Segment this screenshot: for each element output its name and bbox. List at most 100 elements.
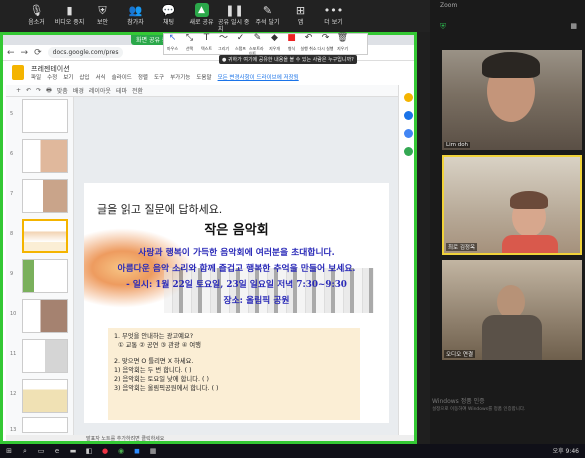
slide-thumbnails-panel: 5 6 7 8 9 10 11 12 13 bbox=[6, 97, 74, 435]
menu-insert[interactable]: 삽입 bbox=[79, 73, 89, 81]
annotate-icon: ✎ bbox=[262, 3, 273, 17]
folder-icon[interactable]: ▬ bbox=[68, 446, 78, 456]
zoom-gallery-panel: Zoom ⛨ ▦ Lim doh 최로 김정옥 오디오 연결 Windows 정… bbox=[430, 0, 585, 444]
chat-icon: 💬 bbox=[161, 3, 176, 17]
speaker-notes[interactable]: 발표자 노트를 추가하려면 클릭하세요 bbox=[6, 435, 414, 441]
slide-thumbnail-selected[interactable] bbox=[22, 219, 68, 253]
question-2-c: 3) 음악회는 올림픽공원에서 합니다. ( ) bbox=[114, 385, 219, 392]
shield-icon: ⛨ bbox=[98, 3, 107, 17]
annot-spotlight-button[interactable]: ✎ 스포트라이트 bbox=[249, 33, 266, 57]
menu-edit[interactable]: 수정 bbox=[47, 73, 57, 81]
tasks-icon[interactable] bbox=[404, 111, 413, 120]
chat-button[interactable]: 💬 채팅 bbox=[152, 3, 185, 27]
slide-line-2: 아름다운 음악 소리와 함께 즐겁고 행복한 추억을 만들어 보세요. bbox=[117, 264, 356, 274]
slides-header: 프레젠테이션 파일 수정 보기 삽입 서식 슬라이드 정렬 도구 부가기능 도움… bbox=[6, 63, 414, 85]
shield-icon: ⛨ bbox=[440, 22, 446, 31]
zoom-icon[interactable]: ◼ bbox=[132, 446, 142, 456]
slides-logo-icon[interactable] bbox=[12, 65, 24, 80]
menu-arrange[interactable]: 정렬 bbox=[138, 73, 148, 81]
slide-thumbnail[interactable] bbox=[22, 339, 68, 373]
chrome-icon[interactable]: ◉ bbox=[116, 446, 126, 456]
annot-draw-button[interactable]: 〜 그리기 bbox=[215, 34, 232, 52]
menu-file[interactable]: 파일 bbox=[31, 73, 41, 81]
more-button[interactable]: ••• 더 보기 bbox=[317, 3, 350, 27]
new-slide-button[interactable]: + bbox=[16, 87, 21, 94]
share-info-tip[interactable]: ● 귀하가 여기에 공유한 내용을 볼 수 있는 사람은 누구입니까? bbox=[219, 55, 357, 64]
slide-thumbnail[interactable] bbox=[22, 139, 68, 173]
menu-view[interactable]: 보기 bbox=[63, 73, 73, 81]
participant-body bbox=[482, 315, 542, 360]
redo-icon[interactable]: ↷ bbox=[36, 87, 41, 94]
spotlight-icon: ✎ bbox=[253, 33, 262, 43]
side-panel-strip bbox=[398, 85, 414, 435]
slides-toolbar: + ↶ ↷ 🖶 맞춤 배경 레이아웃 테마 전환 bbox=[6, 85, 398, 97]
annot-redo-button[interactable]: ↷ 다시 실행 bbox=[317, 34, 334, 52]
annot-clear-button[interactable]: 🗑 지우기 bbox=[334, 34, 351, 52]
annotate-button[interactable]: ✎ 주석 달기 bbox=[251, 3, 284, 27]
menu-help[interactable]: 도움말 bbox=[196, 73, 211, 81]
participant-shirt bbox=[502, 235, 558, 253]
annot-undo-button[interactable]: ↶ 실행 취소 bbox=[300, 33, 317, 52]
search-icon[interactable]: ⌕ bbox=[20, 446, 30, 456]
apps-button[interactable]: ⊞ 앱 bbox=[284, 3, 317, 27]
annot-stamp-button[interactable]: ✓ 스탬프 bbox=[232, 34, 249, 52]
slide-thumbnail[interactable] bbox=[22, 379, 68, 413]
new-share-icon: ▲ bbox=[194, 3, 209, 17]
participant-video[interactable]: 오디오 연결 bbox=[442, 260, 582, 360]
slide-thumbnail[interactable] bbox=[22, 417, 68, 433]
participants-icon: 👥 bbox=[128, 3, 143, 17]
app-icon[interactable]: ● bbox=[100, 446, 110, 456]
taskbar-clock[interactable]: 오후 9:46 bbox=[553, 446, 579, 455]
menu-addons[interactable]: 부가기능 bbox=[170, 73, 190, 81]
reload-icon[interactable]: ⟳ bbox=[34, 48, 42, 58]
mute-button[interactable]: 🎙 음소거 bbox=[20, 3, 53, 27]
edge-icon[interactable]: e bbox=[52, 446, 62, 456]
video-icon: ▮ bbox=[66, 3, 73, 17]
store-icon[interactable]: ◧ bbox=[84, 446, 94, 456]
annot-mouse-button[interactable]: ↖ 마우스 bbox=[164, 34, 181, 52]
zoom-fit-button[interactable]: 맞춤 bbox=[57, 86, 68, 95]
new-share-button[interactable]: ▲ 새로 공유 bbox=[185, 3, 218, 26]
participant-video[interactable]: Lim doh bbox=[442, 50, 582, 150]
undo-icon: ↶ bbox=[304, 33, 313, 43]
back-icon[interactable]: ← bbox=[7, 48, 15, 58]
menu-tools[interactable]: 도구 bbox=[154, 73, 164, 81]
menu-slide[interactable]: 슬라이드 bbox=[112, 73, 132, 81]
forward-icon[interactable]: → bbox=[21, 48, 29, 58]
keep-icon[interactable] bbox=[404, 93, 413, 102]
annot-select-button[interactable]: ⤡ 선택 bbox=[181, 34, 198, 52]
windows-start-icon[interactable]: ⊞ bbox=[4, 446, 14, 456]
windows-taskbar: ⊞ ⌕ ▭ e ▬ ◧ ● ◉ ◼ ▦ 오후 9:46 bbox=[0, 444, 585, 458]
menu-format[interactable]: 서식 bbox=[96, 73, 106, 81]
background-button[interactable]: 배경 bbox=[73, 86, 84, 95]
view-icon[interactable]: ▦ bbox=[570, 22, 577, 30]
security-button[interactable]: ⛨ 보안 bbox=[86, 3, 119, 27]
participants-button[interactable]: 👥 참가자 bbox=[119, 3, 152, 27]
undo-icon[interactable]: ↶ bbox=[26, 87, 31, 94]
transition-button[interactable]: 전환 bbox=[132, 86, 143, 95]
calendar-icon[interactable] bbox=[404, 129, 413, 138]
annot-eraser-button[interactable]: ◆ 지우개 bbox=[266, 34, 283, 52]
slide-thumbnail[interactable] bbox=[22, 179, 68, 213]
task-view-icon[interactable]: ▭ bbox=[36, 446, 46, 456]
zoom-window-title: Zoom bbox=[440, 2, 458, 9]
windows-activation-watermark: Windows 정품 인증 설정으로 이동하여 Windows를 정품 인증합니… bbox=[432, 398, 526, 412]
slide-thumbnail[interactable] bbox=[22, 99, 68, 133]
theme-button[interactable]: 테마 bbox=[116, 86, 127, 95]
slide-thumbnail[interactable] bbox=[22, 259, 68, 293]
slide[interactable]: 글을 읽고 질문에 답하세요. 작은 음악회 사랑과 행복이 가득한 음악회에 … bbox=[84, 183, 389, 423]
layout-button[interactable]: 레이아웃 bbox=[89, 86, 111, 95]
slide-canvas-area: 글을 읽고 질문에 답하세요. 작은 음악회 사랑과 행복이 가득한 음악회에 … bbox=[74, 97, 398, 435]
annot-text-button[interactable]: T 텍스트 bbox=[198, 33, 215, 52]
stop-video-button[interactable]: ▮ 비디오 중지 bbox=[53, 3, 86, 27]
maps-icon[interactable] bbox=[404, 147, 413, 156]
pause-share-button[interactable]: ❚❚ 공유 일시 중지 bbox=[218, 3, 251, 34]
text-icon: T bbox=[203, 33, 210, 43]
participant-video-active[interactable]: 최로 김정옥 bbox=[442, 155, 582, 255]
print-icon[interactable]: 🖶 bbox=[46, 86, 52, 96]
slide-thumbnail[interactable] bbox=[22, 299, 68, 333]
save-status[interactable]: 모든 변경사항이 드라이브에 저장됨 bbox=[218, 73, 299, 81]
annot-format-button[interactable]: ■ 형식 bbox=[283, 34, 300, 52]
app-icon[interactable]: ▦ bbox=[148, 446, 158, 456]
url-field[interactable]: docs.google.com/pres bbox=[47, 47, 124, 58]
